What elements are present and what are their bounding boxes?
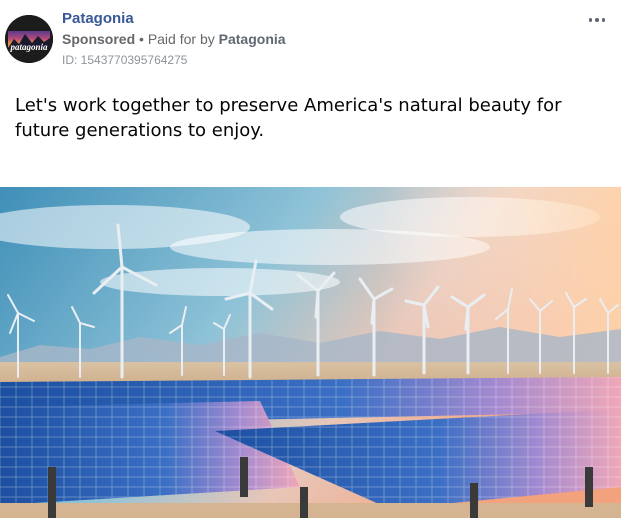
more-options-icon-dot — [595, 18, 599, 22]
ad-header: patagonia Patagonia Sponsored • Paid for… — [0, 0, 621, 80]
separator-dot: • — [139, 31, 144, 47]
more-options-icon — [588, 18, 593, 22]
more-options-button[interactable] — [586, 10, 608, 30]
payer-name[interactable]: Patagonia — [219, 31, 286, 47]
svg-text:patagonia: patagonia — [9, 42, 48, 52]
ad-image[interactable] — [0, 187, 621, 518]
more-options-icon-dot — [601, 18, 606, 22]
ad-body-text: Let's work together to preserve America'… — [15, 95, 562, 141]
page-name[interactable]: Patagonia — [62, 10, 134, 27]
patagonia-logo-icon: patagonia — [5, 15, 53, 63]
ad-id: ID: 1543770395764275 — [62, 53, 188, 67]
sponsored-line: Sponsored • Paid for by Patagonia — [62, 31, 286, 47]
solar-wind-farm-image — [0, 187, 621, 518]
paid-for-by-label: Paid for by — [147, 31, 215, 47]
sponsored-label: Sponsored — [62, 31, 136, 47]
page-avatar[interactable]: patagonia — [5, 15, 53, 63]
